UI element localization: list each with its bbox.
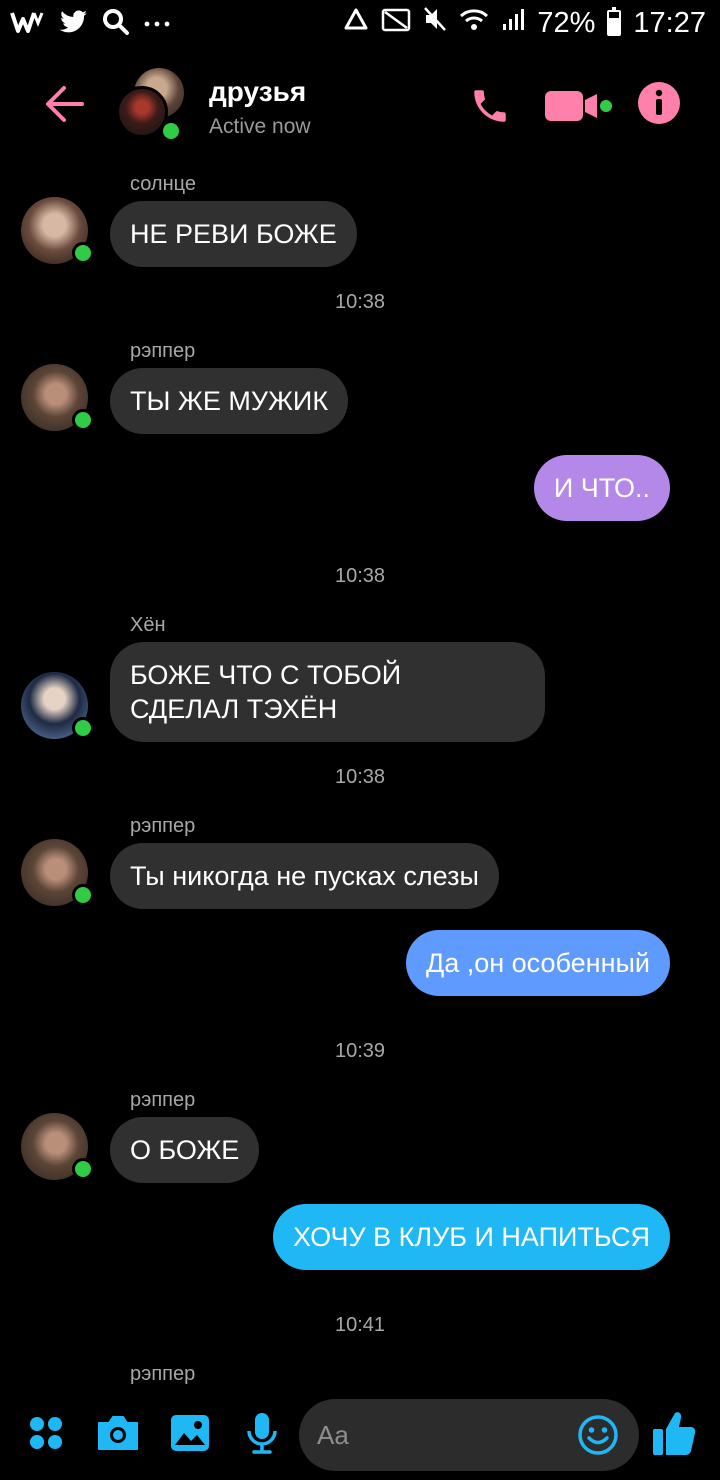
four-dots-icon xyxy=(30,1417,62,1449)
message-bubble[interactable]: О БОЖЕ xyxy=(110,1117,260,1183)
voice-call-button[interactable] xyxy=(466,82,514,130)
message-input[interactable] xyxy=(317,1417,577,1453)
online-indicator xyxy=(72,884,94,906)
message-bubble-sent[interactable]: И ЧТО.. xyxy=(533,455,670,521)
online-indicator xyxy=(160,120,182,142)
status-bar: 72% 17:27 xyxy=(0,0,720,50)
message-bubble[interactable]: ТЫ ЖЕ МУЖИК xyxy=(110,368,349,434)
online-indicator xyxy=(72,717,94,739)
message-composer[interactable] xyxy=(299,1399,639,1471)
avatar[interactable] xyxy=(21,839,94,906)
gallery-button[interactable] xyxy=(166,1409,214,1457)
voice-message-button[interactable] xyxy=(238,1409,286,1457)
emoji-button[interactable] xyxy=(573,1410,623,1460)
search-icon xyxy=(102,8,130,41)
image-icon xyxy=(171,1415,209,1451)
online-indicator xyxy=(72,242,94,264)
conversation-title[interactable]: друзья xyxy=(209,76,306,108)
clock: 17:27 xyxy=(633,6,706,39)
conversation-header: друзья Active now xyxy=(0,62,720,152)
message-bubble-sent[interactable]: Да ,он особенный xyxy=(405,930,670,996)
timestamp: 10:38 xyxy=(334,565,386,587)
phone-icon xyxy=(474,90,506,122)
smiley-icon xyxy=(578,1415,618,1455)
sender-name: рэппер xyxy=(130,340,196,362)
camera-button[interactable] xyxy=(92,1409,144,1457)
timestamp: 10:39 xyxy=(334,1040,386,1062)
info-button[interactable] xyxy=(636,80,682,126)
avatar[interactable] xyxy=(21,672,94,739)
timestamp: 10:41 xyxy=(334,1314,386,1336)
composer-bar xyxy=(0,1395,720,1480)
w-logo-icon xyxy=(10,9,44,40)
active-status: Active now xyxy=(209,115,311,138)
cast-icon xyxy=(381,7,411,40)
video-call-button[interactable] xyxy=(542,82,614,130)
battery-level xyxy=(609,18,620,34)
back-button[interactable] xyxy=(42,84,92,128)
like-button[interactable] xyxy=(648,1407,700,1459)
camera-icon xyxy=(98,1416,138,1450)
mute-icon xyxy=(423,6,447,40)
recycle-icon xyxy=(343,7,369,40)
twitter-icon xyxy=(58,9,88,40)
sender-name: рэппер xyxy=(130,1089,196,1111)
battery-icon xyxy=(607,7,622,36)
wifi-icon xyxy=(459,7,489,40)
avatar[interactable] xyxy=(21,197,94,264)
thumbs-up-icon xyxy=(653,1412,696,1455)
video-camera-icon xyxy=(545,91,612,121)
battery-percent: 72% xyxy=(537,6,596,39)
sender-name: солнце xyxy=(130,173,196,195)
message-bubble[interactable]: Ты никогда не пусках слезы xyxy=(110,843,499,909)
more-actions-button[interactable] xyxy=(22,1409,70,1457)
group-avatar[interactable] xyxy=(116,68,188,142)
timestamp: 10:38 xyxy=(334,291,386,313)
sender-name: Хён xyxy=(130,614,166,636)
timestamp: 10:38 xyxy=(334,766,386,788)
more-dots-icon xyxy=(144,16,170,34)
avatar[interactable] xyxy=(21,1113,94,1180)
message-bubble[interactable]: НЕ РЕВИ БОЖЕ xyxy=(110,201,357,267)
sender-name: рэппер xyxy=(130,815,196,837)
sender-name: рэппер xyxy=(130,1363,196,1385)
microphone-icon xyxy=(247,1413,277,1454)
online-indicator xyxy=(72,409,94,431)
message-bubble-sent[interactable]: ХОЧУ В КЛУБ И НАПИТЬСЯ xyxy=(272,1204,670,1270)
info-icon xyxy=(638,82,680,124)
message-bubble[interactable]: БОЖЕ ЧТО С ТОБОЙ СДЕЛАЛ ТЭХЁН xyxy=(110,642,545,742)
signal-icon xyxy=(501,7,525,40)
online-indicator xyxy=(72,1158,94,1180)
avatar[interactable] xyxy=(21,364,94,431)
